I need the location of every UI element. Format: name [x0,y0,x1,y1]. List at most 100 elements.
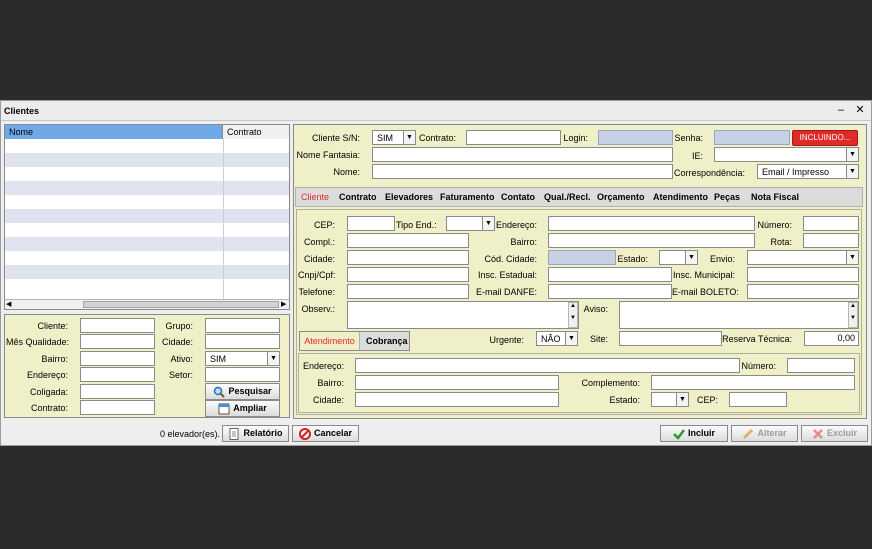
filter-ativo-select[interactable]: SIM ▼ [205,351,280,366]
filter-ativo-value: SIM [210,354,227,364]
aviso-textarea[interactable]: ▲ ▼ [619,301,859,329]
telefone-input[interactable] [347,284,469,299]
incluir-button[interactable]: Incluir [660,425,728,442]
close-button[interactable]: ✕ [853,103,867,117]
grid-header-nome[interactable]: Nome [5,125,223,139]
sub-bairro-input[interactable] [355,375,559,390]
cep-input[interactable] [347,216,395,231]
observ-scrollbar[interactable]: ▲ ▼ [568,302,578,328]
tab-elevadores[interactable]: Elevadores [385,192,433,202]
table-row[interactable] [5,181,289,195]
filter-grupo-label: Grupo: [165,321,193,331]
compl-input[interactable] [347,233,469,248]
pesquisar-button[interactable]: Pesquisar [205,383,280,400]
chevron-down-icon[interactable]: ▼ [403,131,415,144]
scrollbar-thumb[interactable] [83,301,279,308]
chevron-down-icon[interactable]: ▼ [267,352,279,365]
table-row[interactable] [5,209,289,223]
ampliar-button[interactable]: Ampliar [205,400,280,417]
table-row[interactable] [5,153,289,167]
insc-municipal-input[interactable] [747,267,859,282]
chevron-down-icon[interactable]: ▼ [482,217,494,230]
login-input[interactable] [598,130,673,145]
nome-fantasia-input[interactable] [372,147,673,162]
numero-input[interactable] [803,216,859,231]
filter-cliente-input[interactable] [80,318,155,333]
scroll-left-icon[interactable]: ◀ [6,300,11,308]
table-row[interactable] [5,237,289,251]
tab-atendimento[interactable]: Atendimento [653,192,708,202]
senha-input[interactable] [714,130,790,145]
table-row[interactable] [5,223,289,237]
nome-input[interactable] [372,164,673,179]
filter-bairro-input[interactable] [80,351,155,366]
estado-select[interactable]: ▼ [659,250,698,265]
sub-cep-input[interactable] [729,392,787,407]
email-danfe-input[interactable] [548,284,672,299]
insc-estadual-input[interactable] [548,267,672,282]
cancelar-button[interactable]: Cancelar [292,425,359,442]
filter-mes-qualidade-input[interactable] [80,334,155,349]
site-input[interactable] [619,331,722,346]
chevron-down-icon[interactable]: ▼ [846,251,858,264]
filter-setor-input[interactable] [205,367,280,382]
aviso-scrollbar[interactable]: ▲ ▼ [848,302,858,328]
alterar-button[interactable]: Alterar [731,425,798,442]
chevron-down-icon[interactable]: ▼ [676,393,688,406]
horizontal-scrollbar[interactable]: ◀ ▶ [5,299,289,309]
cod-cidade-input[interactable] [548,250,616,265]
table-row[interactable] [5,279,289,293]
filter-coligada-input[interactable] [80,384,155,399]
chevron-down-icon[interactable]: ▼ [846,148,858,161]
tab-qual-recl[interactable]: Qual./Recl. [544,192,591,202]
tab-pecas[interactable]: Peças [714,192,740,202]
sub-complemento-input[interactable] [651,375,855,390]
chevron-down-icon[interactable]: ▼ [685,251,697,264]
subtab-atendimento[interactable]: Atendimento [300,332,360,350]
table-row[interactable] [5,195,289,209]
filter-cidade-input[interactable] [205,334,280,349]
tab-contato[interactable]: Contato [501,192,535,202]
filter-grupo-input[interactable] [205,318,280,333]
tab-contrato[interactable]: Contrato [339,192,377,202]
cnpj-input[interactable] [347,267,469,282]
urgente-select[interactable]: NÃO ▼ [536,331,578,346]
excluir-label: Excluir [826,428,857,438]
email-boleto-input[interactable] [747,284,859,299]
grid-header-contrato[interactable]: Contrato [223,125,289,139]
endereco-input[interactable] [548,216,755,231]
rota-input[interactable] [803,233,859,248]
envio-select[interactable]: ▼ [747,250,859,265]
tab-faturamento[interactable]: Faturamento [440,192,495,202]
bairro-input[interactable] [548,233,755,248]
relatorio-button[interactable]: Relatório [222,425,289,442]
table-row[interactable] [5,265,289,279]
observ-textarea[interactable]: ▲ ▼ [347,301,579,329]
contrato-input[interactable] [466,130,561,145]
table-row[interactable] [5,251,289,265]
sub-numero-input[interactable] [787,358,855,373]
tab-nota-fiscal[interactable]: Nota Fiscal [751,192,799,202]
tab-orcamento[interactable]: Orçamento [597,192,645,202]
sub-cidade-input[interactable] [355,392,559,407]
cidade-input[interactable] [347,250,469,265]
tab-cliente[interactable]: Cliente [301,192,329,202]
correspondencia-select[interactable]: Email / Impresso ▼ [757,164,859,179]
sub-endereco-input[interactable] [355,358,740,373]
clients-grid[interactable]: Nome Contrato ◀ ▶ [4,124,290,310]
table-row[interactable] [5,167,289,181]
minimize-button[interactable]: – [834,103,848,117]
reserva-tecnica-input[interactable]: 0,00 [804,331,859,346]
excluir-button[interactable]: Excluir [801,425,868,442]
table-row[interactable] [5,139,289,153]
cliente-sn-select[interactable]: SIM ▼ [372,130,416,145]
chevron-down-icon[interactable]: ▼ [565,332,577,345]
sub-estado-select[interactable]: ▼ [651,392,689,407]
ie-select[interactable]: ▼ [714,147,859,162]
filter-contrato-input[interactable] [80,400,155,415]
tipo-end-select[interactable]: ▼ [446,216,495,231]
scroll-right-icon[interactable]: ▶ [281,300,286,308]
filter-endereco-input[interactable] [80,367,155,382]
subtab-cobranca[interactable]: Cobrança [366,336,408,346]
chevron-down-icon[interactable]: ▼ [846,165,858,178]
